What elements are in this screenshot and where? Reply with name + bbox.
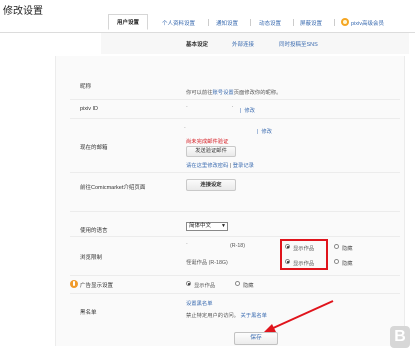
save-button[interactable]: 保存: [234, 332, 278, 345]
arrow-shaft: [270, 300, 334, 330]
tab-user-settings[interactable]: 用户设置: [108, 14, 149, 30]
b-logo-icon: B: [390, 326, 410, 348]
annotation-arrow: [264, 300, 334, 332]
